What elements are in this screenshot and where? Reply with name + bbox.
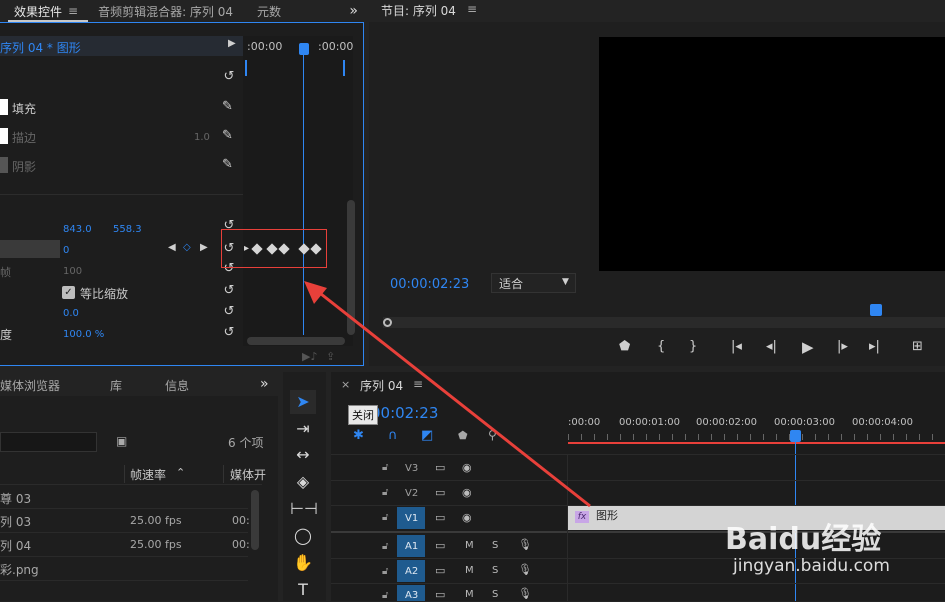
watermark-url: jingyan.baidu.com (733, 556, 890, 576)
watermark-brand: Baidu经验 (725, 522, 882, 557)
annotation-arrow (304, 281, 591, 508)
watermark: Baidu经验 jingyan.baidu.com (725, 512, 945, 601)
